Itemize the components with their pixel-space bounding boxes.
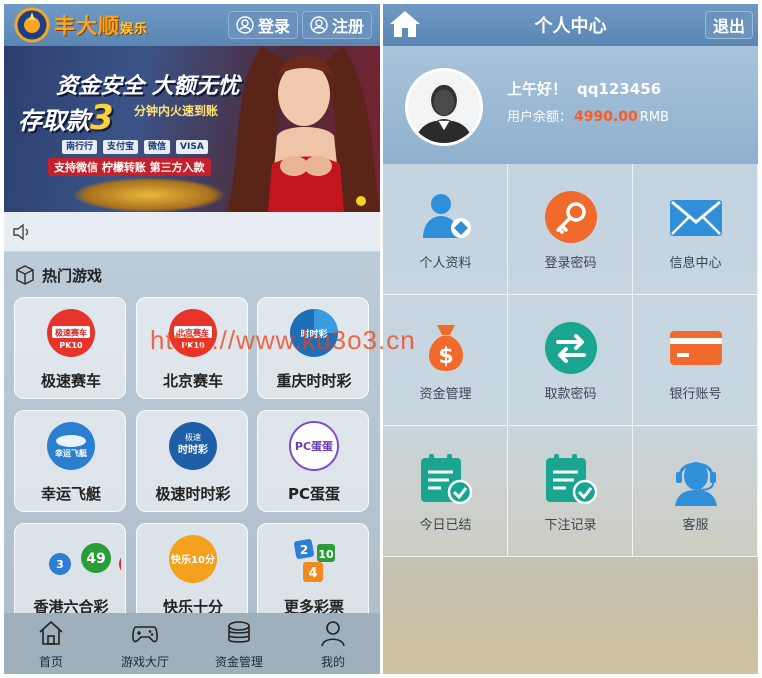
game-label: 重庆时时彩 xyxy=(276,372,352,390)
bottom-tab-bar: 首页 游戏大厅 资金管理 我的 xyxy=(4,613,380,674)
svg-text:快乐10分: 快乐10分 xyxy=(170,553,215,566)
login-label: 登录 xyxy=(257,17,290,36)
banner-headline: 资金安全 大额无忧 xyxy=(56,74,240,99)
svg-text:49: 49 xyxy=(86,551,105,567)
key-icon xyxy=(545,191,597,243)
carousel-indicator[interactable] xyxy=(356,196,366,206)
game-tile-pc-dandan[interactable]: PC蛋蛋 PC蛋蛋 xyxy=(257,410,369,512)
coin-stack-icon xyxy=(228,621,250,643)
game-tile-kuaile-shifen[interactable]: 快乐10分 快乐十分 xyxy=(136,523,248,625)
cube-icon xyxy=(16,265,34,285)
hot-games-title: 热门游戏 xyxy=(14,264,102,286)
tab-funds[interactable]: 资金管理 xyxy=(192,613,286,674)
checklist-icon xyxy=(421,454,473,505)
person-icon xyxy=(321,621,345,647)
page-title: 个人中心 xyxy=(534,16,607,37)
promo-banner[interactable]: 资金安全 大额无忧 存取款3 分钟内火速到账 南行行 支付宝 微信 VISA 支… xyxy=(4,46,380,212)
payment-logo: VISA xyxy=(176,140,208,154)
svg-text:时时彩: 时时彩 xyxy=(178,443,208,456)
coins-image xyxy=(74,178,224,212)
top-header: 个人中心 退出 xyxy=(383,4,758,46)
logout-button[interactable]: 退出 xyxy=(705,11,753,39)
customer-service-icon xyxy=(675,462,717,506)
banner-deposit-line: 存取款3 xyxy=(18,98,114,138)
game-tile-xingyun-feiting[interactable]: 幸运飞艇 幸运飞艇 xyxy=(14,410,126,512)
svg-text:2: 2 xyxy=(300,543,308,557)
banner-support-text: 支持微信 柠檬转账 第三方入款 xyxy=(48,158,211,176)
user-icon xyxy=(236,16,254,34)
home-icon xyxy=(39,620,63,645)
payment-logos: 南行行 支付宝 微信 VISA xyxy=(62,140,208,154)
tab-mine[interactable]: 我的 xyxy=(286,613,380,674)
logo-icon xyxy=(14,7,50,43)
money-bag-icon: $ xyxy=(428,325,464,371)
game-label: PC蛋蛋 xyxy=(287,485,340,503)
menu-message-center[interactable]: 信息中心 xyxy=(633,164,758,295)
payment-logo: 支付宝 xyxy=(103,140,139,154)
notice-bar xyxy=(4,212,380,252)
svg-text:PC蛋蛋: PC蛋蛋 xyxy=(295,440,334,453)
banner-model-image xyxy=(227,46,380,212)
banner-speed-text: 分钟内火速到账 xyxy=(134,104,219,118)
svg-text:4: 4 xyxy=(308,566,317,581)
bank-card-icon xyxy=(670,331,722,365)
username: qq123456 xyxy=(577,80,662,98)
menu-bank-account[interactable]: 银行账号 xyxy=(633,295,758,426)
lottery-balls-icon: 3 49 8 xyxy=(49,543,121,575)
user-avatar-icon xyxy=(415,84,473,143)
game-tile-jisu-shishicai[interactable]: 极速 时时彩 极速时时彩 xyxy=(136,410,248,512)
game-tile-jisu-saiche[interactable]: 极速赛车 PK10 极速赛车 xyxy=(14,297,126,399)
menu-withdraw-password[interactable]: 取款密码 xyxy=(508,295,633,426)
game-label: 北京赛车 xyxy=(162,372,223,390)
game-label: 极速赛车 xyxy=(40,372,101,390)
speaker-icon xyxy=(13,223,29,241)
tab-game-lobby[interactable]: 游戏大厅 xyxy=(98,613,192,674)
shishicai-icon: 极速 时时彩 xyxy=(169,422,217,470)
game-tile-hk-liuhecai[interactable]: 3 49 8 香港六合彩 xyxy=(14,523,126,625)
svg-text:10: 10 xyxy=(318,548,334,561)
svg-text:$: $ xyxy=(438,344,453,369)
payment-logo: 南行行 xyxy=(62,140,98,154)
watermark-text: https://www.ku3o3.cn xyxy=(150,325,416,355)
balance-amount: 4990.00 xyxy=(574,109,638,125)
svg-text:极速: 极速 xyxy=(185,432,201,442)
login-button[interactable]: 登录 xyxy=(228,11,298,39)
racing-pk10-icon: 极速赛车 PK10 xyxy=(47,309,95,357)
mail-icon xyxy=(670,200,722,236)
menu-login-password[interactable]: 登录密码 xyxy=(508,164,633,295)
menu-settled-today[interactable]: 今日已结 xyxy=(383,426,508,557)
menu-customer-service[interactable]: 客服 xyxy=(633,426,758,557)
happy-ten-icon: 快乐10分 xyxy=(169,535,217,583)
game-label: 幸运飞艇 xyxy=(40,485,101,503)
airship-icon: 幸运飞艇 xyxy=(47,422,95,470)
register-button[interactable]: 注册 xyxy=(302,11,372,39)
profile-card: 上午好！ qq123456 用户余额： 4990.00 RMB xyxy=(383,46,758,164)
payment-logo: 微信 xyxy=(144,140,171,154)
svg-text:幸运飞艇: 幸运飞艇 xyxy=(55,448,88,458)
tab-home[interactable]: 首页 xyxy=(4,613,98,674)
svg-text:PK10: PK10 xyxy=(59,341,83,350)
avatar[interactable] xyxy=(405,68,483,146)
menu-personal-info[interactable]: 个人资料 xyxy=(383,164,508,295)
more-lottery-icon: 2 10 4 xyxy=(294,539,335,582)
menu-fund-management[interactable]: $ 资金管理 xyxy=(383,295,508,426)
balance: 用户余额： 4990.00 RMB xyxy=(507,109,669,125)
transfer-icon xyxy=(545,322,597,374)
greeting: 上午好！ qq123456 xyxy=(507,80,662,98)
user-icon xyxy=(310,16,328,34)
game-label: 极速时时彩 xyxy=(155,485,231,503)
pc-egg-icon: PC蛋蛋 xyxy=(289,421,339,471)
bet-record-icon xyxy=(546,454,598,505)
register-label: 注册 xyxy=(331,17,364,36)
user-profile-icon xyxy=(423,194,471,238)
gamepad-icon xyxy=(132,626,158,643)
menu-bet-records[interactable]: 下注记录 xyxy=(508,426,633,557)
menu-grid: 个人资料 登录密码 信息中心 $ 资金管理 取款密码 银行账号 今日已结 下注记… xyxy=(383,164,758,558)
svg-text:极速赛车: 极速赛车 xyxy=(55,328,87,338)
right-screen: 个人中心 退出 上午好！qq123456 用户余额：4990.00RMB xyxy=(383,4,758,674)
svg-text:3: 3 xyxy=(56,558,64,571)
top-header: 丰大顺娱乐 登录 注册 xyxy=(4,4,380,46)
brand-name: 丰大顺娱乐 xyxy=(54,14,149,38)
game-tile-more-lottery[interactable]: 2 10 4 更多彩票 xyxy=(257,523,369,625)
